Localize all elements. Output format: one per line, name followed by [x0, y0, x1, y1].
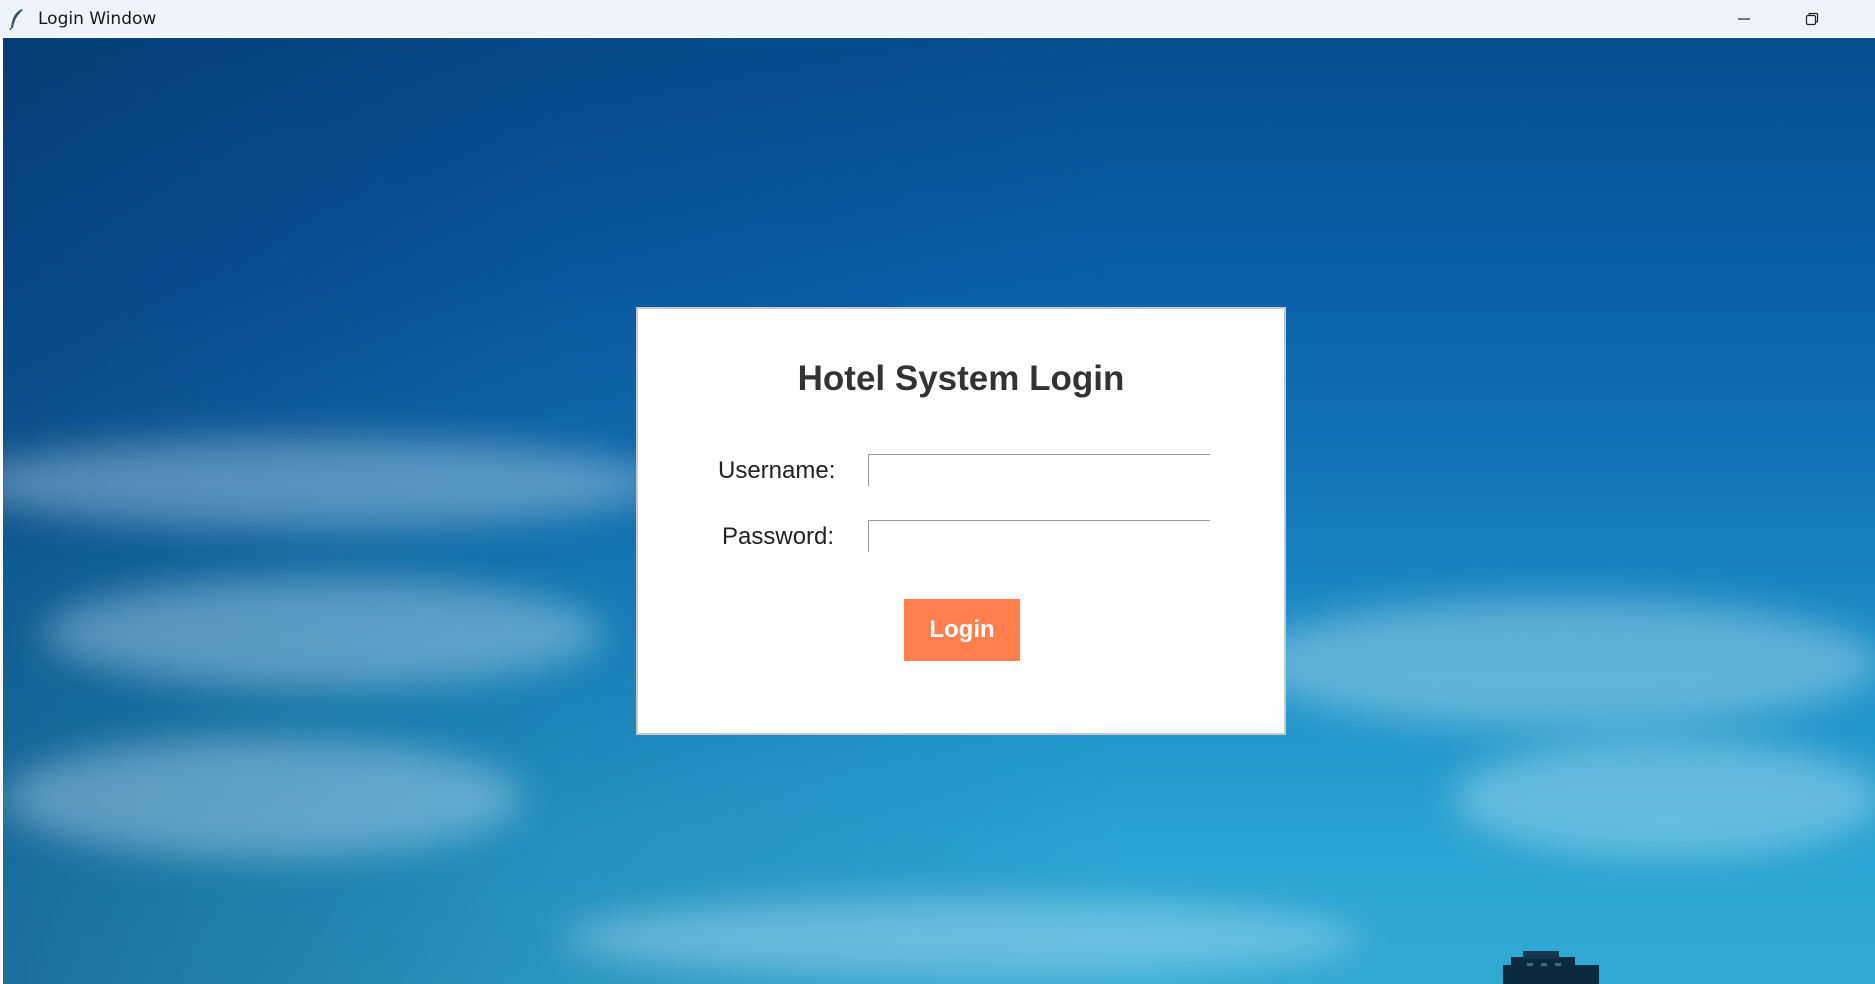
login-window: Login Window Hotel System Login Username… [0, 0, 1875, 984]
login-button[interactable]: Login [904, 599, 1020, 661]
building-silhouette [1503, 951, 1599, 984]
window-title: Login Window [38, 8, 157, 29]
login-card: Hotel System Login Username: Password: L… [636, 307, 1286, 735]
minimize-button[interactable] [1710, 0, 1778, 37]
cloud [43, 578, 603, 688]
username-label: Username: [718, 457, 836, 484]
cloud [3, 738, 523, 858]
cloud [1453, 738, 1875, 858]
cloud [1243, 598, 1875, 728]
restore-button[interactable] [1778, 0, 1846, 37]
username-input[interactable] [868, 454, 1210, 486]
feather-icon [6, 8, 28, 30]
title-bar: Login Window [0, 0, 1875, 37]
password-label: Password: [722, 523, 835, 550]
login-heading: Hotel System Login [797, 359, 1125, 398]
minimize-icon [1738, 17, 1750, 20]
password-input[interactable] [868, 520, 1210, 552]
cloud [563, 898, 1363, 978]
restore-icon [1805, 12, 1819, 25]
